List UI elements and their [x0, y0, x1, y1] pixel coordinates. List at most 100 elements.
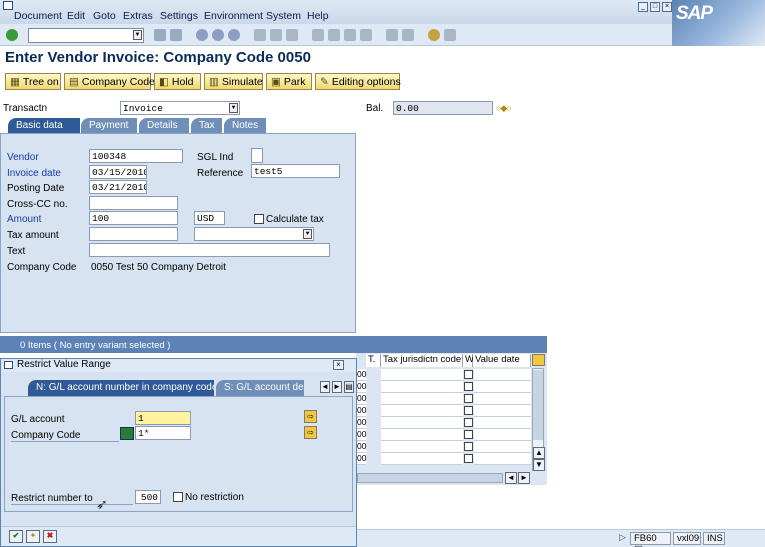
horizontal-scrollbar[interactable] [357, 473, 503, 483]
grid-cell-value-date[interactable] [474, 453, 531, 465]
cc-multiple-selection-icon[interactable]: ⇨ [304, 426, 317, 439]
grid-cell-value-date[interactable] [474, 405, 531, 417]
dialog-close-icon[interactable]: × [333, 360, 344, 370]
grid-checkbox-w[interactable] [464, 394, 473, 403]
grid-checkbox-w[interactable] [464, 454, 473, 463]
grid-cell-value-date[interactable] [474, 381, 531, 393]
confirm-button[interactable]: ✔ [9, 530, 23, 543]
grid-cell-tax-jurisdiction[interactable] [381, 405, 463, 417]
chevron-down-icon[interactable]: ▼ [229, 103, 238, 113]
calculate-tax-checkbox[interactable] [254, 214, 264, 224]
cross-cc-field[interactable] [89, 196, 178, 210]
editing-options-button[interactable]: ✎ Editing options [315, 73, 401, 90]
simulate-button[interactable]: ▥ Simulate [204, 73, 263, 90]
col-header-w[interactable]: W [463, 354, 474, 367]
grid-cell-tax-jurisdiction[interactable] [381, 429, 463, 441]
grid-checkbox-w[interactable] [464, 430, 473, 439]
grid-cell-value-date[interactable] [474, 369, 531, 381]
park-button[interactable]: ▣ Park [266, 73, 312, 90]
menu-goto[interactable]: Goto [93, 10, 116, 22]
menu-system[interactable]: System [266, 10, 301, 22]
exit-icon[interactable] [212, 29, 224, 41]
restore-icon[interactable]: □ [650, 2, 660, 12]
save-icon[interactable] [170, 29, 182, 41]
grid-checkbox-w[interactable] [464, 370, 473, 379]
shortcut-icon[interactable] [402, 29, 414, 41]
back-icon[interactable] [154, 29, 166, 41]
grid-checkbox-w[interactable] [464, 442, 473, 451]
column-config-icon[interactable] [532, 354, 545, 366]
new-session-icon[interactable] [386, 29, 398, 41]
gl-multiple-selection-icon[interactable]: ⇨ [304, 410, 317, 423]
cancel-icon[interactable] [228, 29, 240, 41]
menu-document[interactable]: Document [14, 10, 62, 22]
grid-checkbox-w[interactable] [464, 406, 473, 415]
menu-extras[interactable]: Extras [123, 10, 153, 22]
posting-date-field[interactable]: 03/21/2010 [89, 180, 147, 194]
tab-scroll-left-icon[interactable]: ◄ [320, 381, 330, 393]
tab-basic-data[interactable]: Basic data [8, 118, 80, 134]
status-mode[interactable]: INS [703, 532, 725, 545]
grid-cell-tax-jurisdiction[interactable] [381, 369, 463, 381]
grid-checkbox-w[interactable] [464, 382, 473, 391]
tax-amount-field[interactable] [89, 227, 178, 241]
grid-cell-value-date[interactable] [474, 441, 531, 453]
currency-field[interactable]: USD [194, 211, 225, 225]
app-icon[interactable] [3, 1, 13, 10]
col-header-tax-jurisdiction[interactable]: Tax jurisdictn code [381, 354, 463, 367]
grid-cell-tax-jurisdiction[interactable] [381, 453, 463, 465]
layout-icon[interactable] [444, 29, 456, 41]
col-header-value-date[interactable]: Value date [473, 354, 531, 367]
minimize-icon[interactable]: _ [638, 2, 648, 12]
command-field[interactable]: ▼ [28, 28, 144, 43]
amount-field[interactable]: 100 [89, 211, 178, 225]
possible-entries-button[interactable]: ✦ [26, 530, 40, 543]
scroll-up-icon[interactable]: ▲ [533, 447, 545, 459]
hold-button[interactable]: ◧ Hold [154, 73, 201, 90]
scroll-left-icon[interactable]: ◄ [505, 472, 517, 484]
grid-cell-tax-jurisdiction[interactable] [381, 381, 463, 393]
sgl-ind-field[interactable] [251, 148, 263, 163]
transactn-select[interactable]: Invoice ▼ [120, 101, 240, 115]
next-page-icon[interactable] [344, 29, 356, 41]
grid-cell-tax-jurisdiction[interactable] [381, 393, 463, 405]
enter-icon[interactable] [6, 29, 18, 41]
tab-gl-account-in-company-code[interactable]: N: G/L account number in company code [28, 380, 214, 396]
company-code-button[interactable]: ▤ Company Code [64, 73, 155, 90]
tree-on-button[interactable]: ▦ Tree on [5, 73, 61, 90]
gl-account-field[interactable]: 1 [135, 411, 191, 425]
col-header-t[interactable]: T. [366, 354, 381, 367]
first-page-icon[interactable] [312, 29, 324, 41]
company-code-filter-field[interactable]: 1* [135, 426, 191, 440]
grid-cell-value-date[interactable] [474, 393, 531, 405]
menu-help[interactable]: Help [307, 10, 329, 22]
tax-code-select[interactable]: ▼ [194, 227, 314, 241]
prev-page-icon[interactable] [328, 29, 340, 41]
tab-gl-account-description[interactable]: S: G/L account de [216, 380, 304, 396]
menu-edit[interactable]: Edit [67, 10, 85, 22]
scroll-down-icon[interactable]: ▼ [533, 459, 545, 471]
cancel-dialog-button[interactable]: ✖ [43, 530, 57, 543]
grid-cell-tax-jurisdiction[interactable] [381, 441, 463, 453]
grid-cell-value-date[interactable] [474, 429, 531, 441]
scroll-thumb[interactable] [533, 370, 543, 440]
match-code-icon[interactable] [120, 427, 134, 440]
vendor-field[interactable]: 100348 [89, 149, 183, 163]
restrict-number-field[interactable]: 500 [135, 490, 161, 504]
tab-notes[interactable]: Notes [224, 118, 266, 134]
help-icon[interactable] [428, 29, 440, 41]
reference-field[interactable]: test5 [251, 164, 340, 178]
chevron-down-icon[interactable]: ▼ [303, 229, 312, 239]
menu-environment[interactable]: Environment [204, 10, 263, 22]
tab-tax[interactable]: Tax [191, 118, 222, 134]
grid-checkbox-w[interactable] [464, 418, 473, 427]
close-window-icon[interactable]: × [662, 2, 672, 12]
menu-settings[interactable]: Settings [160, 10, 198, 22]
grid-cell-value-date[interactable] [474, 417, 531, 429]
back-nav-icon[interactable] [196, 29, 208, 41]
status-arrow-icon[interactable]: ▷ [619, 532, 626, 543]
text-field[interactable] [89, 243, 330, 257]
chevron-down-icon[interactable]: ▼ [133, 30, 142, 40]
scroll-right-icon[interactable]: ► [518, 472, 530, 484]
invoice-date-field[interactable]: 03/15/2010 [89, 165, 147, 179]
